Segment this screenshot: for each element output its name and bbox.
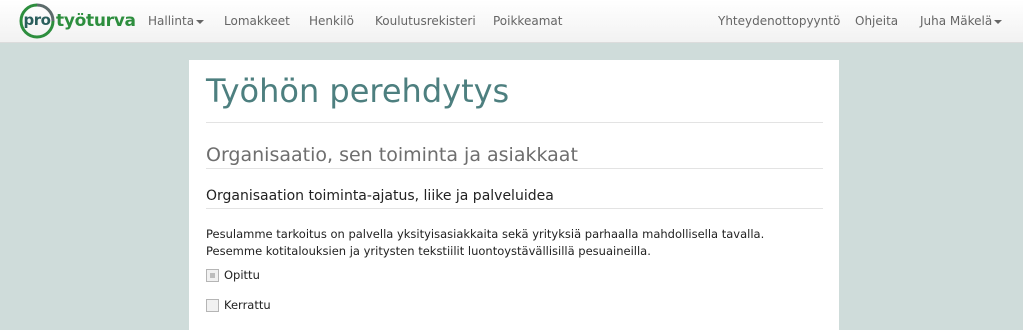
nav-hallinta-label: Hallinta [148,14,195,28]
logo-name: työturva [56,11,136,31]
nav-ohjeita[interactable]: Ohjeita [855,0,898,43]
logo-prefix: pro [23,11,51,29]
nav-ohjeita-label: Ohjeita [855,14,899,28]
brand-logo[interactable]: pro työturva [19,3,136,39]
nav-lomakkeet-label: Lomakkeet [224,14,290,28]
caret-down-icon [196,19,205,24]
section-title: Organisaatio, sen toiminta ja asiakkaat [206,144,578,166]
checkbox-label: Opittu [224,268,260,282]
checkbox-label: Kerrattu [224,298,271,312]
checkbox-kerrattu[interactable]: Kerrattu [206,297,271,313]
description-paragraph: Pesulamme tarkoitus on palvella yksityis… [206,227,765,258]
divider [206,168,823,169]
nav-yhteydenottopyynto[interactable]: Yhteydenottopyyntö [718,0,840,43]
top-navbar: pro työturva Hallinta Lomakkeet Henkilö … [0,0,1023,43]
logo-ring: pro [19,3,55,39]
subsection-title: Organisaation toiminta-ajatus, liike ja … [206,188,554,204]
nav-yhteydenottopyynto-label: Yhteydenottopyyntö [718,14,841,28]
content-panel: Työhön perehdytys Organisaatio, sen toim… [189,60,839,330]
nav-koulutusrekisteri-label: Koulutusrekisteri [375,14,476,28]
nav-koulutusrekisteri[interactable]: Koulutusrekisteri [375,0,476,43]
checkbox-opittu[interactable]: Opittu [206,267,260,283]
nav-user-label: Juha Mäkelä [920,14,993,28]
nav-henkilo[interactable]: Henkilö [309,0,354,43]
caret-down-icon [994,19,1003,24]
nav-lomakkeet[interactable]: Lomakkeet [224,0,290,43]
divider [206,122,823,123]
page-title: Työhön perehdytys [206,72,510,110]
checkbox-box[interactable] [206,298,219,312]
checkbox-box[interactable] [206,268,219,282]
nav-poikkeamat-label: Poikkeamat [493,14,563,28]
nav-poikkeamat[interactable]: Poikkeamat [493,0,562,43]
nav-hallinta[interactable]: Hallinta [148,0,205,43]
nav-user-menu[interactable]: Juha Mäkelä [920,0,1003,43]
nav-henkilo-label: Henkilö [309,14,354,28]
divider [206,208,823,209]
